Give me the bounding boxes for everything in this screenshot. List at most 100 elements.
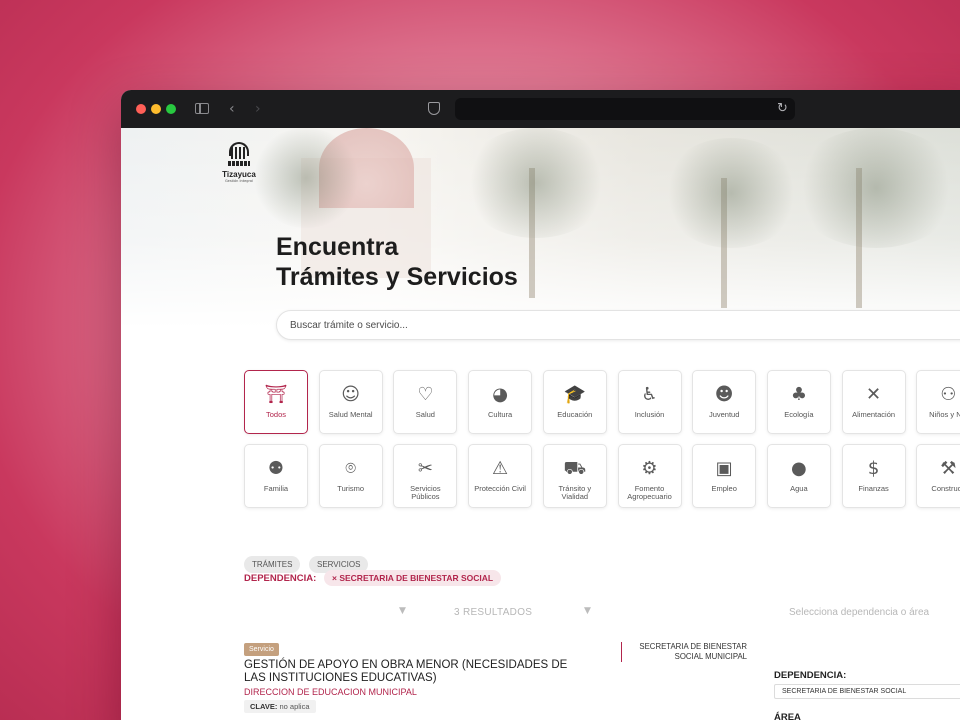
chevron-down-icon[interactable]: ▼ [399, 606, 406, 616]
palm-tree-image [461, 128, 611, 238]
category-label: Construcc [931, 484, 960, 493]
category-cultura[interactable]: ◕ Cultura [468, 370, 533, 434]
tractor-icon: ⚙ [641, 458, 658, 479]
palette-icon: ◕ [492, 384, 508, 405]
children-icon: ⚇ [940, 384, 957, 405]
dependency-filter-label: DEPENDENCIA: [244, 573, 317, 584]
category-construcc[interactable]: ⚒ Construcc [916, 444, 960, 508]
sidebar-toggle-icon[interactable] [195, 103, 209, 114]
result-area: DIRECCION DE EDUCACION MUNICIPAL [244, 687, 417, 697]
browser-window: ‹ › ↻ Tizayuca Gestión Integral Encuentr… [121, 90, 960, 720]
category-fomento-agropecuario[interactable]: ⚙ Fomento Agropecuario [617, 444, 682, 508]
result-dependency: SECRETARIA DE BIENESTAR SOCIAL MUNICIPAL [621, 642, 747, 662]
side-filter-dependencia-label: DEPENDENCIA: [774, 670, 847, 681]
reload-icon[interactable]: ↻ [777, 100, 788, 118]
category-juventud[interactable]: ☻ Juventud [692, 370, 757, 434]
result-clave-label: CLAVE: [250, 702, 278, 711]
graduation-cap-icon: 🎓 [563, 384, 586, 405]
category-educación[interactable]: 🎓 Educación [542, 370, 607, 434]
category-label: Salud [415, 410, 435, 419]
heartbeat-icon: ♡ [417, 384, 434, 405]
category-empleo[interactable]: ▣ Empleo [692, 444, 757, 508]
tools-icon: ✂ [417, 458, 433, 479]
category-label: Niños y Niñ [929, 410, 960, 419]
search-input[interactable] [276, 310, 960, 340]
side-filter-dependencia-select[interactable]: SECRETARIA DE BIENESTAR SOCIAL [774, 684, 960, 699]
result-type-badge: Servicio [244, 643, 279, 656]
utensils-icon: ✕ [866, 384, 882, 405]
category-label: Familia [263, 484, 289, 493]
briefcase-icon: ▣ [715, 458, 733, 479]
tizayuca-logo[interactable]: Tizayuca Gestión Integral [219, 142, 259, 183]
water-drop-icon: ● [791, 458, 807, 479]
category-familia[interactable]: ⚉ Familia [244, 444, 308, 508]
results-count: 3 RESULTADOS [454, 607, 533, 618]
page-title-line1: Encuentra [276, 233, 399, 261]
category-label: Alimentación [852, 410, 896, 419]
logo-tagline: Gestión Integral [224, 179, 254, 183]
palm-tree-image [661, 138, 801, 248]
category-label: Protección Civil [474, 484, 526, 493]
page-title-line2: Trámites y Servicios [276, 263, 518, 291]
minimize-window-button[interactable] [151, 104, 161, 114]
result-title[interactable]: GESTIÓN DE APOYO EN OBRA MENOR (NECESIDA… [244, 659, 574, 685]
dollar-icon: $ [867, 458, 880, 479]
browser-titlebar: ‹ › ↻ [121, 90, 960, 128]
category-label: Todos [265, 410, 286, 419]
category-alimentación[interactable]: ✕ Alimentación [841, 370, 906, 434]
category-label: Empleo [711, 484, 737, 493]
category-tránsito-y-vialidad[interactable]: ⛟ Tránsito y Vialidad [542, 444, 607, 508]
construction-icon: ⚒ [940, 458, 957, 479]
category-label: Servicios Públicos [410, 484, 441, 501]
category-inclusión[interactable]: ♿ Inclusión [617, 370, 682, 434]
page-title: Encuentra Trámites y Servicios [276, 232, 518, 292]
dependency-filter-tag[interactable]: × SECRETARIA DE BIENESTAR SOCIAL [324, 570, 502, 586]
smile-icon: ☻ [714, 384, 734, 405]
category-turismo[interactable]: ⌾ Turismo [318, 444, 383, 508]
dependency-select[interactable]: Selecciona dependencia o área [789, 607, 929, 618]
category-label: Juventud [708, 410, 740, 419]
category-label: Educación [557, 410, 593, 419]
head-icon: ☺ [341, 384, 361, 405]
palm-tree-image [791, 128, 960, 248]
category-ecología[interactable]: ♣ Ecología [766, 370, 831, 434]
filter-chip-tramites[interactable]: TRÁMITES [244, 556, 301, 573]
category-salud-mental[interactable]: ☺ Salud Mental [318, 370, 383, 434]
family-icon: ⚉ [267, 458, 285, 479]
back-arrow-icon[interactable]: ‹ [229, 100, 235, 118]
car-icon: ⛟ [563, 458, 587, 479]
wheelchair-icon: ♿ [641, 384, 658, 405]
arch-logo-icon [227, 142, 251, 168]
category-todos[interactable]: ⛩ Todos [244, 370, 308, 434]
category-label: Finanzas [858, 484, 889, 493]
page-content: Tizayuca Gestión Integral Encuentra Trám… [121, 128, 960, 720]
category-servicios-públicos[interactable]: ✂ Servicios Públicos [393, 444, 458, 508]
category-protección-civil[interactable]: ⚠ Protección Civil [468, 444, 533, 508]
category-label: Ecología [784, 410, 814, 419]
category-label: Salud Mental [328, 410, 373, 419]
result-clave: CLAVE: no aplica [244, 700, 316, 713]
category-label: Fomento Agropecuario [627, 484, 672, 501]
result-clave-value: no aplica [279, 702, 310, 711]
chevron-down-icon[interactable]: ▼ [584, 606, 591, 616]
siren-icon: ⚠ [492, 458, 509, 479]
forward-arrow-icon[interactable]: › [255, 100, 261, 118]
maximize-window-button[interactable] [166, 104, 176, 114]
logo-name: Tizayuca [222, 170, 256, 179]
category-niños-y-niñ[interactable]: ⚇ Niños y Niñ [916, 370, 960, 434]
category-label: Tránsito y Vialidad [558, 484, 592, 501]
category-label: Cultura [488, 410, 513, 419]
address-bar[interactable] [455, 98, 795, 120]
tree-icon: ♣ [790, 384, 807, 405]
map-pin-icon: ⌾ [345, 458, 357, 479]
category-label: Agua [790, 484, 808, 493]
palm-tree-image [251, 128, 361, 228]
category-agua[interactable]: ● Agua [766, 444, 831, 508]
category-finanzas[interactable]: $ Finanzas [841, 444, 906, 508]
side-filter-area-label: ÁREA [774, 712, 801, 720]
privacy-shield-icon[interactable] [428, 102, 440, 115]
arch-logo-icon: ⛩ [264, 384, 288, 405]
category-salud[interactable]: ♡ Salud [393, 370, 458, 434]
close-window-button[interactable] [136, 104, 146, 114]
results-bar: ▼ 3 RESULTADOS ▼ Selecciona dependencia … [244, 606, 960, 624]
